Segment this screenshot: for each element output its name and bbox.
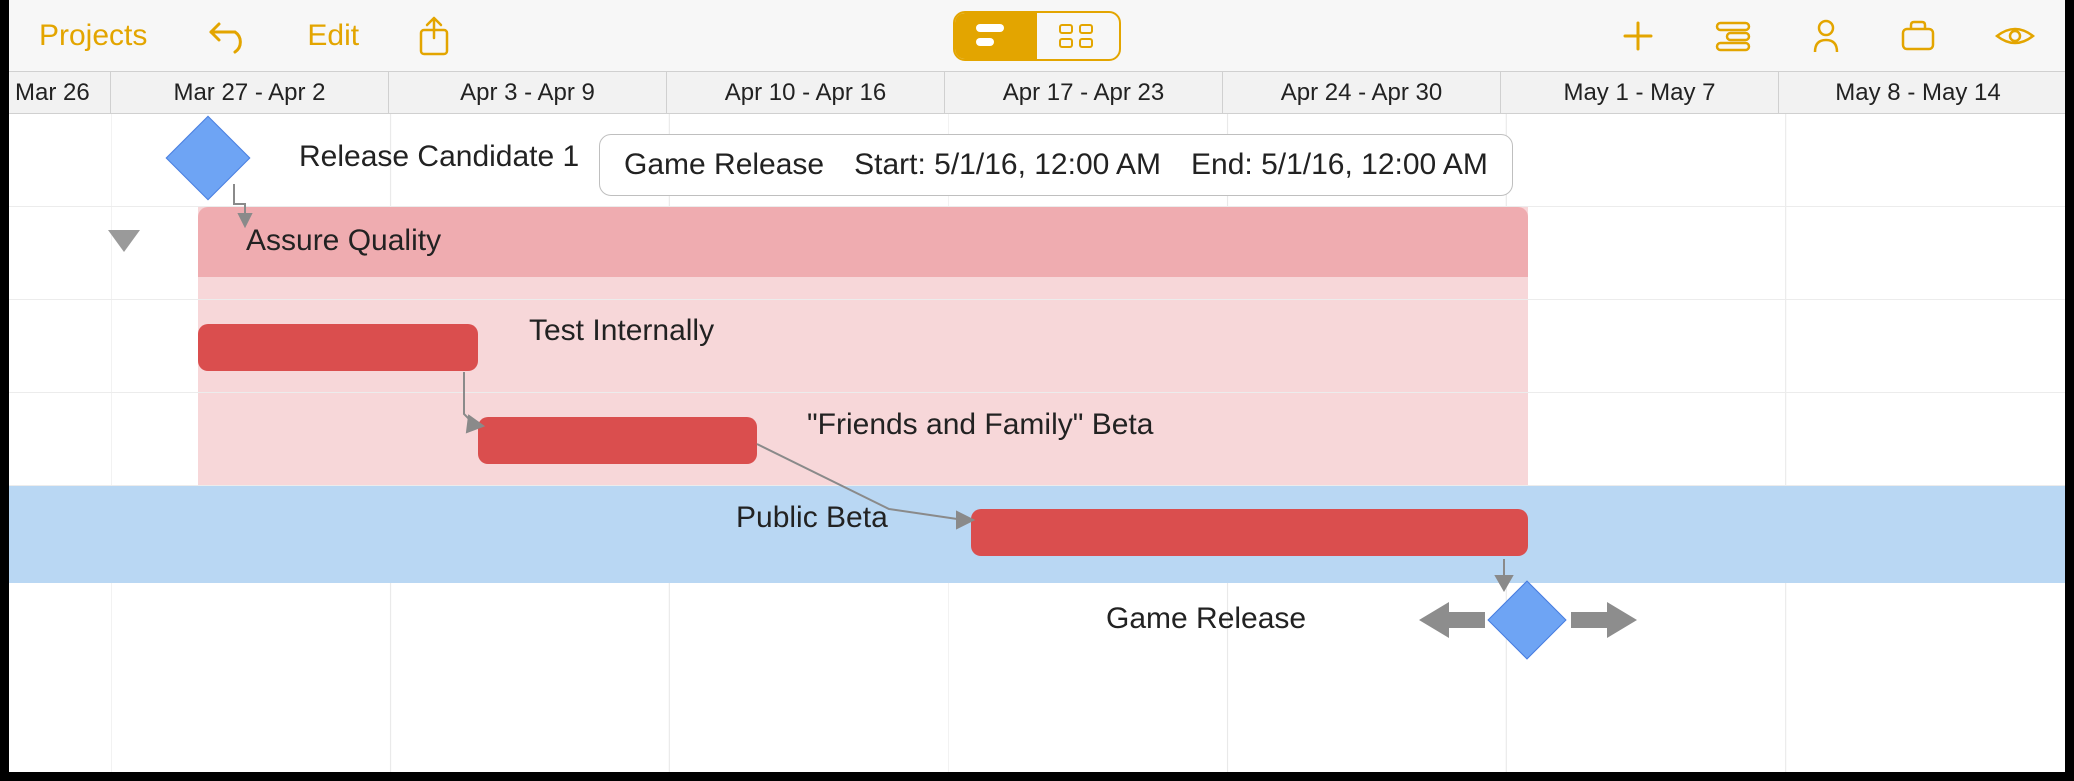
gantt-view-button[interactable] <box>955 13 1037 59</box>
timeline-column: Apr 10 - Apr 16 <box>667 72 945 113</box>
timeline-column: Mar 27 - Apr 2 <box>111 72 389 113</box>
task-label: Release Candidate 1 <box>299 140 579 174</box>
timeline-column: Apr 3 - Apr 9 <box>389 72 667 113</box>
indent-button[interactable] <box>1713 19 1753 53</box>
timeline-column: May 1 - May 7 <box>1501 72 1779 113</box>
task-info-tooltip: Game Release Start: 5/1/16, 12:00 AM End… <box>599 134 1513 196</box>
projects-button[interactable]: Projects <box>39 19 147 53</box>
tooltip-end: End: 5/1/16, 12:00 AM <box>1191 148 1488 182</box>
timeline-column: May 8 - May 14 <box>1779 72 2057 113</box>
drag-handle-right[interactable] <box>1571 600 1637 640</box>
tooltip-title: Game Release <box>624 148 824 182</box>
view-segmented-control[interactable] <box>953 11 1121 61</box>
outline-view-button[interactable] <box>1037 13 1119 59</box>
task-label: "Friends and Family" Beta <box>807 408 1153 442</box>
share-button[interactable] <box>417 16 451 56</box>
edit-button[interactable]: Edit <box>307 19 359 53</box>
undo-button[interactable] <box>205 18 249 54</box>
project-button[interactable] <box>1899 19 1937 53</box>
timeline-column: Mar 26 <box>9 72 111 113</box>
toolbar: Projects Edit <box>9 0 2065 72</box>
task-label: Public Beta <box>736 501 888 535</box>
task-bar-public-beta[interactable] <box>971 509 1528 556</box>
task-label-game-release: Game Release <box>1106 602 1306 636</box>
task-bar-friends-family[interactable] <box>478 417 757 464</box>
drag-handle-left[interactable] <box>1419 600 1485 640</box>
gantt-canvas[interactable]: Assure Quality Release Candidate 1 Test … <box>9 114 2065 772</box>
task-label: Test Internally <box>529 314 714 348</box>
tooltip-start: Start: 5/1/16, 12:00 AM <box>854 148 1161 182</box>
add-button[interactable] <box>1621 19 1655 53</box>
task-bar-test-internally[interactable] <box>198 324 478 371</box>
resource-button[interactable] <box>1811 18 1841 54</box>
view-options-button[interactable] <box>1995 22 2035 50</box>
timeline-column: Apr 17 - Apr 23 <box>945 72 1223 113</box>
timeline-column: Apr 24 - Apr 30 <box>1223 72 1501 113</box>
timeline-header: Mar 26 Mar 27 - Apr 2 Apr 3 - Apr 9 Apr … <box>9 72 2065 114</box>
milestone-game-release[interactable] <box>1487 580 1566 659</box>
